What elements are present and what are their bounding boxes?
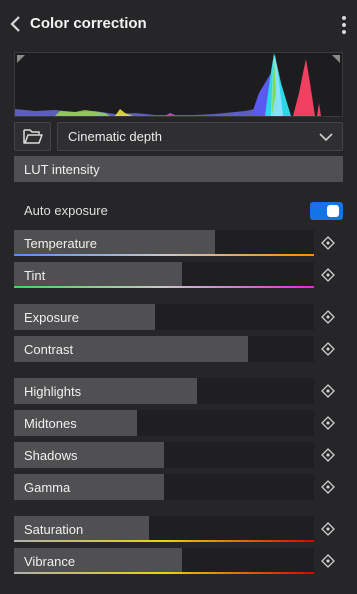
open-preset-button[interactable]	[14, 122, 51, 151]
keyframe-diamond-icon[interactable]	[321, 268, 335, 282]
slider-label: Highlights	[24, 384, 82, 399]
keyframe-diamond-icon[interactable]	[321, 384, 335, 398]
chevron-left-icon[interactable]	[8, 14, 24, 34]
slider-gradient	[14, 254, 314, 256]
slider-gradient	[14, 572, 314, 574]
clip-highlights-icon[interactable]	[332, 55, 340, 63]
keyframe-diamond-icon[interactable]	[321, 416, 335, 430]
tint-slider[interactable]: Tint	[14, 262, 314, 288]
saturation-slider[interactable]: Saturation	[14, 516, 314, 542]
folder-open-icon	[23, 128, 43, 145]
slider-gradient	[14, 540, 314, 542]
panel-header: Color correction	[0, 0, 357, 48]
auto-exposure-label: Auto exposure	[24, 203, 108, 218]
contrast-slider[interactable]: Contrast	[14, 336, 314, 362]
slider-gradient	[14, 286, 314, 288]
midtones-slider[interactable]: Midtones	[14, 410, 314, 436]
highlights-slider[interactable]: Highlights	[14, 378, 314, 404]
slider-label: Contrast	[24, 342, 74, 357]
temperature-slider[interactable]: Temperature	[14, 230, 314, 256]
keyframe-diamond-icon[interactable]	[321, 236, 335, 250]
slider-label: Gamma	[24, 480, 71, 495]
keyframe-diamond-icon[interactable]	[321, 480, 335, 494]
clip-shadows-icon[interactable]	[17, 55, 25, 63]
slider-label: Shadows	[24, 448, 78, 463]
keyframe-diamond-icon[interactable]	[321, 310, 335, 324]
auto-exposure-toggle[interactable]	[310, 202, 343, 220]
slider-label: Tint	[24, 268, 46, 283]
gamma-slider[interactable]: Gamma	[14, 474, 314, 500]
lut-intensity-label: LUT intensity	[24, 162, 100, 177]
keyframe-diamond-icon[interactable]	[321, 448, 335, 462]
keyframe-diamond-icon[interactable]	[321, 554, 335, 568]
slider-label: Saturation	[24, 522, 84, 537]
chevron-down-icon	[318, 130, 334, 144]
more-vertical-icon[interactable]	[337, 14, 351, 36]
shadows-slider[interactable]: Shadows	[14, 442, 314, 468]
slider-label: Temperature	[24, 236, 97, 251]
lut-intensity-slider[interactable]: LUT intensity	[14, 156, 343, 182]
keyframe-diamond-icon[interactable]	[321, 342, 335, 356]
panel-title: Color correction	[30, 15, 147, 32]
toggle-knob	[327, 205, 339, 217]
slider-label: Midtones	[24, 416, 77, 431]
histogram	[14, 52, 343, 117]
preset-dropdown[interactable]: Cinematic depth	[57, 122, 343, 151]
slider-label: Vibrance	[24, 554, 76, 569]
vibrance-slider[interactable]: Vibrance	[14, 548, 314, 574]
slider-label: Exposure	[24, 310, 79, 325]
keyframe-diamond-icon[interactable]	[321, 522, 335, 536]
exposure-slider[interactable]: Exposure	[14, 304, 314, 330]
preset-selected-value: Cinematic depth	[68, 129, 162, 144]
